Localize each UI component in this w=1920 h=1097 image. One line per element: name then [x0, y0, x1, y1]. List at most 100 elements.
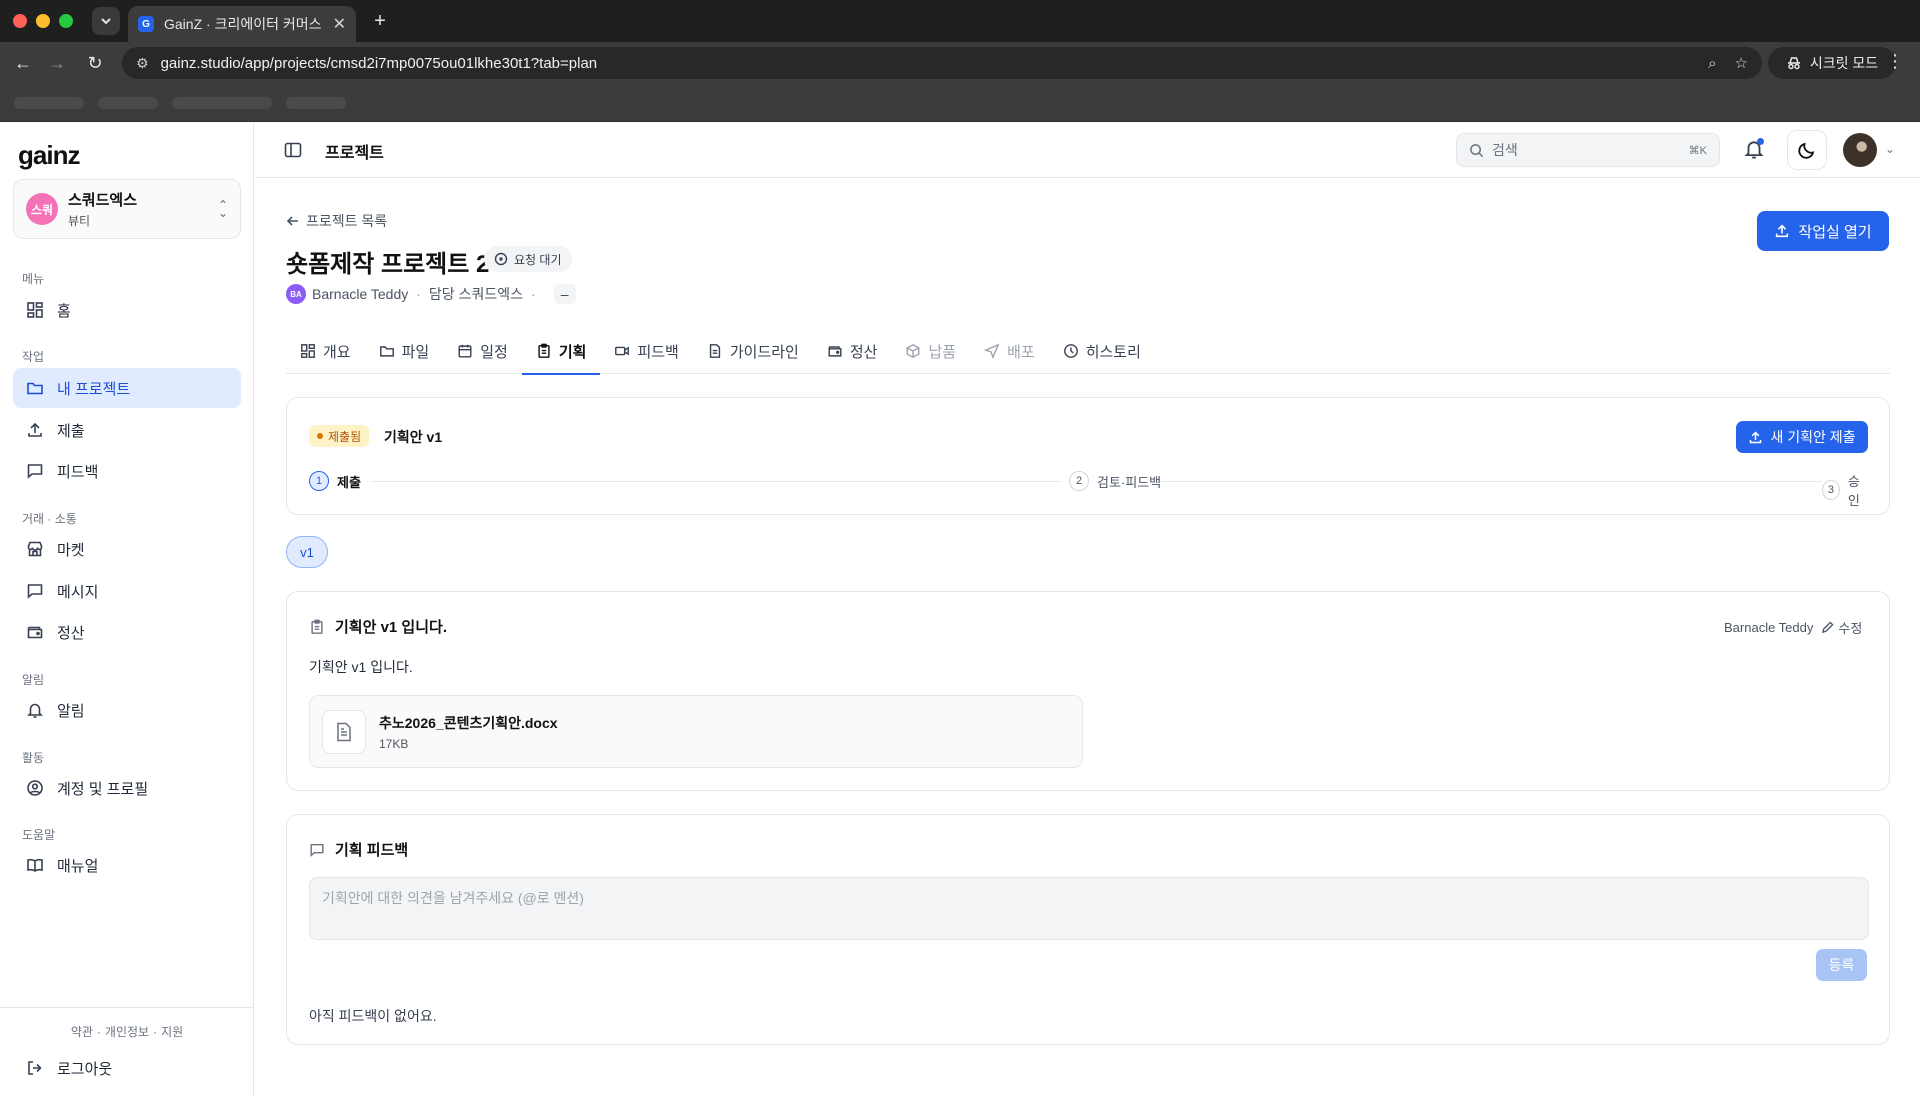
tab-files[interactable]: 파일: [365, 328, 444, 374]
incognito-button[interactable]: 시크릿 모드: [1768, 47, 1896, 79]
bookmark-item[interactable]: [286, 97, 346, 109]
support-link[interactable]: 지원: [161, 1025, 183, 1039]
version-chip-v1[interactable]: v1: [286, 536, 328, 568]
privacy-link[interactable]: 개인정보: [105, 1025, 149, 1039]
step-connector: [1157, 481, 1827, 482]
open-studio-button[interactable]: 작업실 열기: [1757, 211, 1889, 251]
tab-feedback[interactable]: 피드백: [600, 328, 692, 374]
theme-toggle-button[interactable]: [1787, 130, 1827, 170]
sidebar-item-home[interactable]: 홈: [13, 290, 241, 330]
sidebar-toggle-icon[interactable]: [283, 140, 303, 160]
back-to-projects-link[interactable]: 프로젝트 목록: [286, 211, 387, 231]
sidebar-item-label: 마켓: [57, 541, 85, 559]
search-box[interactable]: ⌘K: [1456, 133, 1720, 167]
site-info-icon[interactable]: ⚙: [136, 55, 149, 72]
incognito-label: 시크릿 모드: [1809, 55, 1879, 71]
chevron-down-icon[interactable]: ⌄: [1885, 142, 1895, 156]
terms-link[interactable]: 약관: [71, 1025, 93, 1039]
tab-history[interactable]: 히스토리: [1049, 328, 1155, 374]
upload-icon: [1776, 224, 1789, 238]
arrow-left-icon: [286, 216, 298, 226]
tab-plan[interactable]: 기획: [521, 328, 601, 375]
clipboard-icon: [536, 343, 552, 359]
sidebar-item-messages[interactable]: 메시지: [13, 571, 241, 611]
feedback-input[interactable]: [309, 877, 1869, 940]
sidebar-item-manual[interactable]: 매뉴얼: [13, 845, 241, 885]
minimize-window-button[interactable]: [36, 14, 50, 28]
edit-plan-button[interactable]: 수정: [1821, 618, 1862, 637]
new-tab-button[interactable]: +: [368, 9, 392, 33]
notifications-button[interactable]: [1743, 138, 1767, 162]
workspace-name: 스쿼드엑스: [68, 192, 138, 209]
search-shortcut: ⌘K: [1688, 144, 1707, 157]
sidebar-item-label: 내 프로젝트: [57, 380, 131, 398]
sidebar-item-feedback[interactable]: 피드백: [13, 451, 241, 491]
reload-icon[interactable]: ↻: [83, 51, 107, 75]
back-arrow-icon[interactable]: ←: [11, 51, 35, 75]
section-label-alerts: 알림: [22, 673, 45, 687]
step-review: 2 검토·피드백: [1069, 471, 1162, 491]
tab-overview[interactable]: 개요: [286, 328, 365, 374]
logout-label: 로그아웃: [57, 1060, 113, 1078]
wallet-icon: [827, 343, 843, 359]
tab-schedule[interactable]: 일정: [443, 328, 522, 374]
tab-label: 일정: [480, 343, 508, 361]
tab-settlement[interactable]: 정산: [813, 328, 892, 374]
logout-button[interactable]: 로그아웃: [13, 1048, 241, 1088]
section-label-work: 작업: [22, 350, 45, 364]
chevron-up-down-icon: ⌃ ⌄: [217, 198, 228, 220]
search-input[interactable]: [1492, 142, 1689, 158]
message-icon: [25, 581, 45, 601]
forward-arrow-icon[interactable]: →: [45, 51, 69, 75]
url-text[interactable]: gainz.studio/app/projects/cmsd2i7mp0075o…: [161, 55, 1691, 72]
plan-heading: 기획안 v1 입니다.: [309, 616, 447, 637]
tab-delivery[interactable]: 납품: [891, 328, 970, 374]
section-label-trade: 거래 · 소통: [22, 512, 77, 526]
separator: ·: [530, 286, 536, 302]
section-label-help: 도움말: [22, 828, 56, 842]
clock-icon: [494, 252, 508, 266]
step-number: 3: [1822, 480, 1840, 500]
plan-author: Barnacle Teddy: [1724, 620, 1814, 635]
project-tabs: 개요 파일 일정 기획 피드백 가이드라인 정산 납품 배포 히스토리: [286, 328, 1890, 375]
close-window-button[interactable]: [13, 14, 27, 28]
sidebar-item-account[interactable]: 계정 및 프로필: [13, 768, 241, 808]
sidebar-item-submit[interactable]: 제출: [13, 410, 241, 450]
new-plan-label: 새 기획안 제출: [1770, 429, 1856, 445]
tab-label: 히스토리: [1085, 343, 1141, 361]
sidebar-item-settlement[interactable]: 정산: [13, 612, 241, 652]
folder-icon: [25, 378, 45, 398]
gainz-logo[interactable]: gainz: [18, 140, 80, 171]
attached-file[interactable]: 추노2026_콘텐츠기획안.docx 17KB: [309, 695, 1083, 768]
feedback-heading-text: 기획 피드백: [335, 842, 409, 859]
separator: ·: [416, 286, 421, 302]
sidebar-item-my-projects[interactable]: 내 프로젝트: [13, 368, 241, 408]
workspace-switcher[interactable]: 스쿼 스쿼드엑스 뷰티 ⌃ ⌄: [13, 179, 241, 239]
tab-distribution[interactable]: 배포: [970, 328, 1049, 374]
tab-guideline[interactable]: 가이드라인: [693, 328, 813, 374]
feedback-submit-button[interactable]: 등록: [1816, 949, 1867, 981]
browser-tab[interactable]: G GainZ · 크리에이터 커머스 협업 C ✕: [128, 6, 356, 42]
user-avatar[interactable]: [1843, 133, 1877, 167]
zoom-icon[interactable]: ⌕: [1708, 55, 1716, 72]
bookmark-item[interactable]: [14, 97, 84, 109]
bookmark-item[interactable]: [98, 97, 158, 109]
feedback-empty-state: 아직 피드백이 없어요.: [309, 1008, 437, 1024]
sidebar-item-notifications[interactable]: 알림: [13, 690, 241, 730]
sidebar-item-market[interactable]: 마켓: [13, 529, 241, 569]
manager-label: 담당 스쿼드엑스: [428, 286, 523, 302]
more-vertical-icon[interactable]: ⋮: [1886, 51, 1904, 72]
creator-name[interactable]: Barnacle Teddy: [312, 286, 408, 302]
star-icon[interactable]: ☆: [1735, 54, 1748, 72]
plan-stepper: 1 제출 2 검토·피드백 3 승인: [309, 471, 1869, 509]
bookmark-item[interactable]: [172, 97, 272, 109]
creator-avatar: BA: [286, 284, 306, 304]
file-size: 17KB: [379, 736, 409, 751]
tab-label: 기획: [558, 343, 587, 361]
close-icon[interactable]: ✕: [333, 14, 346, 34]
plan-status-card: 제출됨 기획안 v1 새 기획안 제출 1 제출 2 검토·피드백 3 승인: [286, 397, 1890, 515]
maximize-window-button[interactable]: [59, 14, 73, 28]
tab-search-button[interactable]: [92, 7, 120, 35]
address-bar[interactable]: ⚙ gainz.studio/app/projects/cmsd2i7mp007…: [122, 47, 1762, 79]
new-plan-submit-button[interactable]: 새 기획안 제출: [1736, 421, 1868, 453]
